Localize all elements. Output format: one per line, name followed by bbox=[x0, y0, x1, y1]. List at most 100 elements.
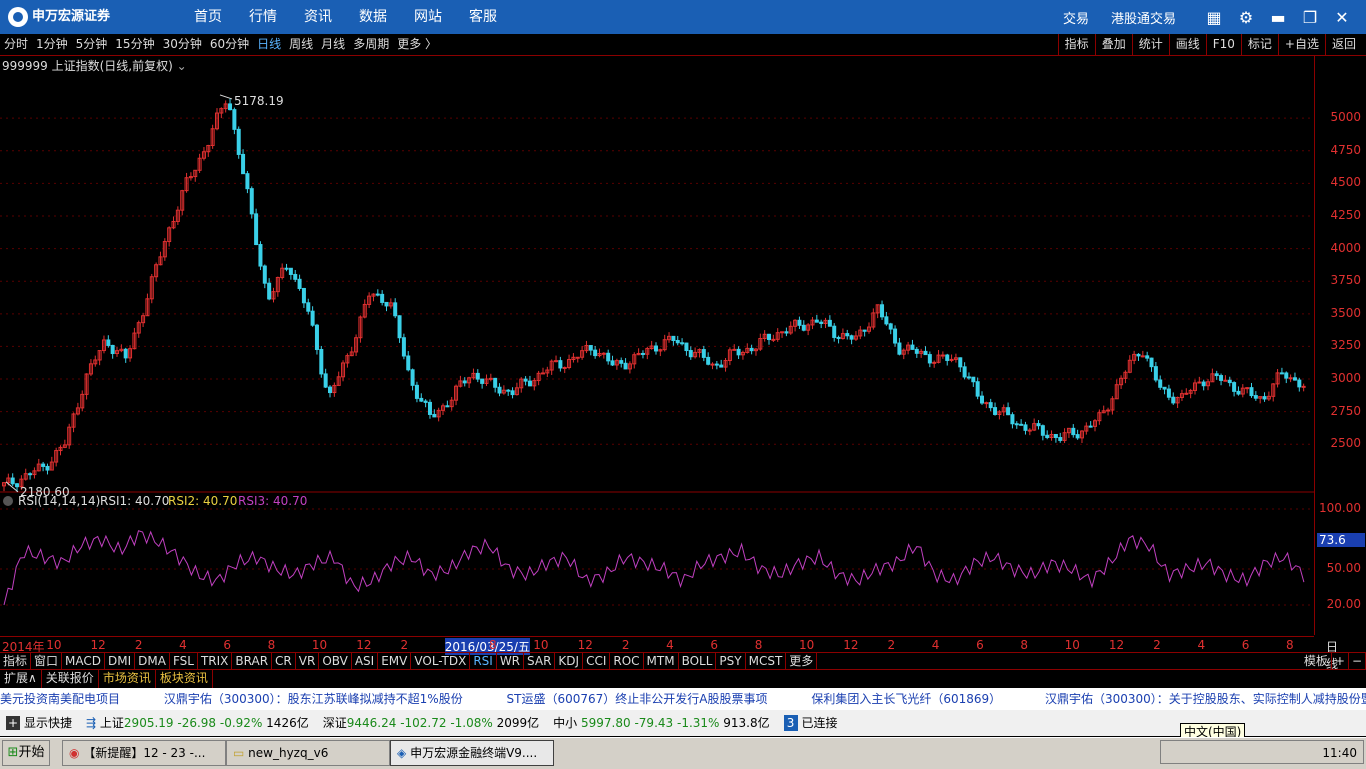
shortcut-toggle[interactable]: + 显示快捷 bbox=[6, 710, 72, 736]
info-tabs: 扩展∧ 关联报价 市场资讯 板块资讯 bbox=[0, 669, 1366, 688]
indicator-fsl[interactable]: FSL bbox=[170, 653, 198, 670]
minimize-icon[interactable]: ▬ bbox=[1262, 8, 1294, 27]
shortcut-label: 显示快捷 bbox=[24, 716, 73, 730]
tool-overlay[interactable]: 叠加 bbox=[1094, 34, 1132, 55]
ticker-item[interactable]: 保利集团入主长飞光纤（601869） bbox=[811, 692, 1001, 706]
period-5m[interactable]: 5分钟 bbox=[72, 34, 112, 55]
nav-news[interactable]: 资讯 bbox=[296, 0, 340, 34]
ticker-item[interactable]: 汉鼎宇佑（300300）：股东江苏联峰拟减持不超1%股份 bbox=[164, 692, 463, 706]
indicator-dma[interactable]: DMA bbox=[135, 653, 170, 670]
indicator-vr[interactable]: VR bbox=[296, 653, 320, 670]
tool-mark[interactable]: 标记 bbox=[1240, 34, 1278, 55]
period-more[interactable]: 更多 〉 bbox=[393, 34, 441, 55]
indicator-roc[interactable]: ROC bbox=[610, 653, 644, 670]
ticker-item[interactable]: 汉鼎宇佑（300300）：关于控股股东、实际控制人减持股份暨权益变动 bbox=[1045, 692, 1366, 706]
indicator-dmi[interactable]: DMI bbox=[105, 653, 136, 670]
logo-icon bbox=[8, 6, 28, 27]
nav-home[interactable]: 首页 bbox=[186, 0, 230, 34]
period-60m[interactable]: 60分钟 bbox=[206, 34, 253, 55]
period-daily[interactable]: 日线 bbox=[253, 34, 285, 55]
tool-back[interactable]: 返回 bbox=[1324, 34, 1362, 55]
trade-link[interactable]: 交易 bbox=[1063, 8, 1089, 27]
candle-body bbox=[654, 345, 658, 352]
indicator-rsi[interactable]: RSI bbox=[470, 653, 497, 670]
zx-index[interactable]: 中小 5997.80 -79.43 -1.31% 913.8亿 bbox=[553, 710, 769, 736]
gear-icon[interactable]: ⚙ bbox=[1230, 8, 1262, 27]
task-browser[interactable]: ◉ 【新提醒】12 - 23 -... bbox=[62, 740, 226, 766]
system-tray[interactable]: 11:40 bbox=[1160, 740, 1364, 764]
period-tick[interactable]: 分时 bbox=[0, 34, 32, 55]
restore-icon[interactable]: ❐ bbox=[1294, 8, 1326, 27]
indicator-cci[interactable]: CCI bbox=[583, 653, 611, 670]
indicator-control[interactable]: − bbox=[1349, 653, 1366, 670]
task-terminal[interactable]: ◈ 申万宏源金融终端V9.... bbox=[390, 740, 554, 766]
kline-chart[interactable]: 5178.192180.60RSI(14,14,14) RSI1: 40.70RS… bbox=[0, 56, 1314, 635]
indicator-brar[interactable]: BRAR bbox=[232, 653, 273, 670]
indicator-psy[interactable]: PSY bbox=[716, 653, 746, 670]
period-30m[interactable]: 30分钟 bbox=[159, 34, 206, 55]
candle-body bbox=[562, 366, 567, 369]
top-right-controls: 交易 港股通交易 ▦ ⚙ ▬ ❐ ✕ bbox=[1063, 0, 1358, 34]
tab-sector-news[interactable]: 板块资讯 bbox=[156, 670, 213, 688]
candle-body bbox=[245, 173, 250, 190]
indicator-更多[interactable]: 更多 bbox=[786, 653, 818, 670]
candle-body bbox=[1014, 423, 1019, 426]
indicator-vol-tdx[interactable]: VOL-TDX bbox=[411, 653, 471, 670]
indicator-control[interactable]: 模板 bbox=[1301, 653, 1332, 670]
grid-icon[interactable]: ▦ bbox=[1198, 8, 1230, 27]
indicator-emv[interactable]: EMV bbox=[378, 653, 412, 670]
x-tick-label: 4 bbox=[179, 638, 187, 652]
indicator-sar[interactable]: SAR bbox=[524, 653, 556, 670]
sh-index[interactable]: ⇶ 上证2905.19 -26.98 -0.92% 1426亿 bbox=[86, 710, 309, 736]
period-multi[interactable]: 多周期 bbox=[349, 34, 393, 55]
indicator-窗口[interactable]: 窗口 bbox=[31, 653, 63, 670]
candle-body bbox=[497, 386, 502, 394]
period-1m[interactable]: 1分钟 bbox=[32, 34, 72, 55]
tool-indicator[interactable]: 指标 bbox=[1057, 34, 1095, 55]
candle-body bbox=[1106, 409, 1111, 412]
nav-quotes[interactable]: 行情 bbox=[241, 0, 285, 34]
period-15m[interactable]: 15分钟 bbox=[111, 34, 158, 55]
nav-data[interactable]: 数据 bbox=[351, 0, 395, 34]
tool-draw[interactable]: 画线 bbox=[1168, 34, 1206, 55]
candle-body bbox=[688, 350, 693, 358]
ticker-item[interactable]: 美元投资南美配电项目 bbox=[0, 692, 120, 706]
candle-body bbox=[771, 338, 776, 341]
indicator-wr[interactable]: WR bbox=[497, 653, 525, 670]
indicator-mcst[interactable]: MCST bbox=[746, 653, 787, 670]
tab-expand[interactable]: 扩展∧ bbox=[0, 670, 42, 688]
sz-index[interactable]: 深证9446.24 -102.72 -1.08% 2099亿 bbox=[323, 710, 539, 736]
nav-service[interactable]: 客服 bbox=[461, 0, 505, 34]
indicator-trix[interactable]: TRIX bbox=[198, 653, 233, 670]
tab-market-news[interactable]: 市场资讯 bbox=[99, 670, 156, 688]
period-monthly[interactable]: 月线 bbox=[317, 34, 349, 55]
indicator-asi[interactable]: ASI bbox=[352, 653, 379, 670]
candle-body bbox=[940, 354, 945, 357]
nav-site[interactable]: 网站 bbox=[406, 0, 450, 34]
candle-body bbox=[610, 360, 615, 366]
candle-body bbox=[432, 413, 437, 418]
task-folder[interactable]: ▭ new_hyzq_v6 bbox=[226, 740, 390, 766]
indicator-mtm[interactable]: MTM bbox=[644, 653, 679, 670]
indicator-指标[interactable]: 指标 bbox=[0, 653, 32, 670]
indicator-boll[interactable]: BOLL bbox=[679, 653, 717, 670]
close-icon[interactable]: ✕ bbox=[1326, 8, 1358, 27]
tool-f10[interactable]: F10 bbox=[1205, 34, 1241, 55]
tool-stats[interactable]: 统计 bbox=[1131, 34, 1169, 55]
period-weekly[interactable]: 周线 bbox=[285, 34, 317, 55]
ticker-item[interactable]: ST运盛（600767）终止非公开发行A股股票事项 bbox=[507, 692, 768, 706]
indicator-kdj[interactable]: KDJ bbox=[555, 653, 584, 670]
indicator-macd[interactable]: MACD bbox=[62, 653, 106, 670]
news-ticker[interactable]: 美元投资南美配电项目 汉鼎宇佑（300300）：股东江苏联峰拟减持不超1%股份 … bbox=[0, 688, 1366, 710]
chevron-down-icon[interactable]: ⌄ bbox=[177, 59, 187, 73]
indicator-control[interactable]: + bbox=[1332, 653, 1349, 670]
hk-connect-link[interactable]: 港股通交易 bbox=[1111, 8, 1176, 27]
indicator-cr[interactable]: CR bbox=[272, 653, 296, 670]
tab-related-quotes[interactable]: 关联报价 bbox=[42, 670, 99, 688]
candle-body bbox=[41, 463, 46, 467]
tool-add-watch[interactable]: +自选 bbox=[1277, 34, 1325, 55]
start-button[interactable]: ⊞开始 bbox=[2, 740, 50, 766]
indicator-obv[interactable]: OBV bbox=[319, 653, 352, 670]
candle-body bbox=[1166, 388, 1171, 398]
task-folder-label: new_hyzq_v6 bbox=[248, 746, 329, 760]
